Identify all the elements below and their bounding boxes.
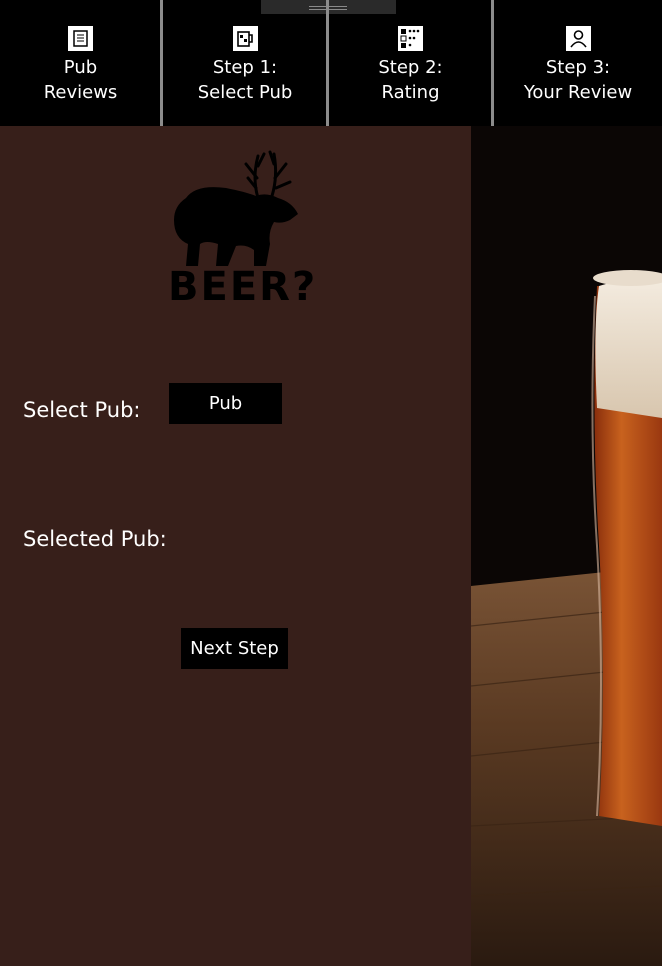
beer-logo: BEER? (166, 148, 315, 317)
tab-your-review[interactable]: Step 3: Your Review (494, 0, 662, 126)
beer-mug-icon (232, 26, 258, 51)
tab-label-line1: Step 3: (545, 57, 611, 78)
logo-text: BEER? (168, 264, 318, 310)
tab-pub-reviews[interactable]: Pub Reviews (0, 0, 161, 126)
pub-button[interactable]: Pub (169, 383, 282, 424)
person-icon (565, 26, 591, 51)
selected-pub-label: Selected Pub: (23, 527, 167, 551)
tab-label-line2: Rating (381, 82, 440, 103)
tab-label-line1: Step 1: (212, 57, 278, 78)
tab-label-line2: Reviews (43, 82, 118, 103)
tab-label-line1: Step 2: (378, 57, 443, 78)
tab-select-pub[interactable]: Step 1: Select Pub (163, 0, 327, 126)
beer-photo (471, 126, 662, 966)
tab-label-line2: Your Review (523, 82, 633, 103)
next-step-button[interactable]: Next Step (181, 628, 288, 669)
tab-label-line1: Pub (63, 57, 98, 78)
select-pub-label: Select Pub: (23, 398, 141, 422)
tab-rating[interactable]: Step 2: Rating (329, 0, 492, 126)
navigation-bar: Pub Reviews Step 1: Select Pub Step 2: Rati… (0, 0, 662, 126)
document-list-icon (68, 26, 93, 51)
tab-label-line2: Select Pub (197, 82, 293, 103)
checklist-icon (398, 26, 423, 51)
